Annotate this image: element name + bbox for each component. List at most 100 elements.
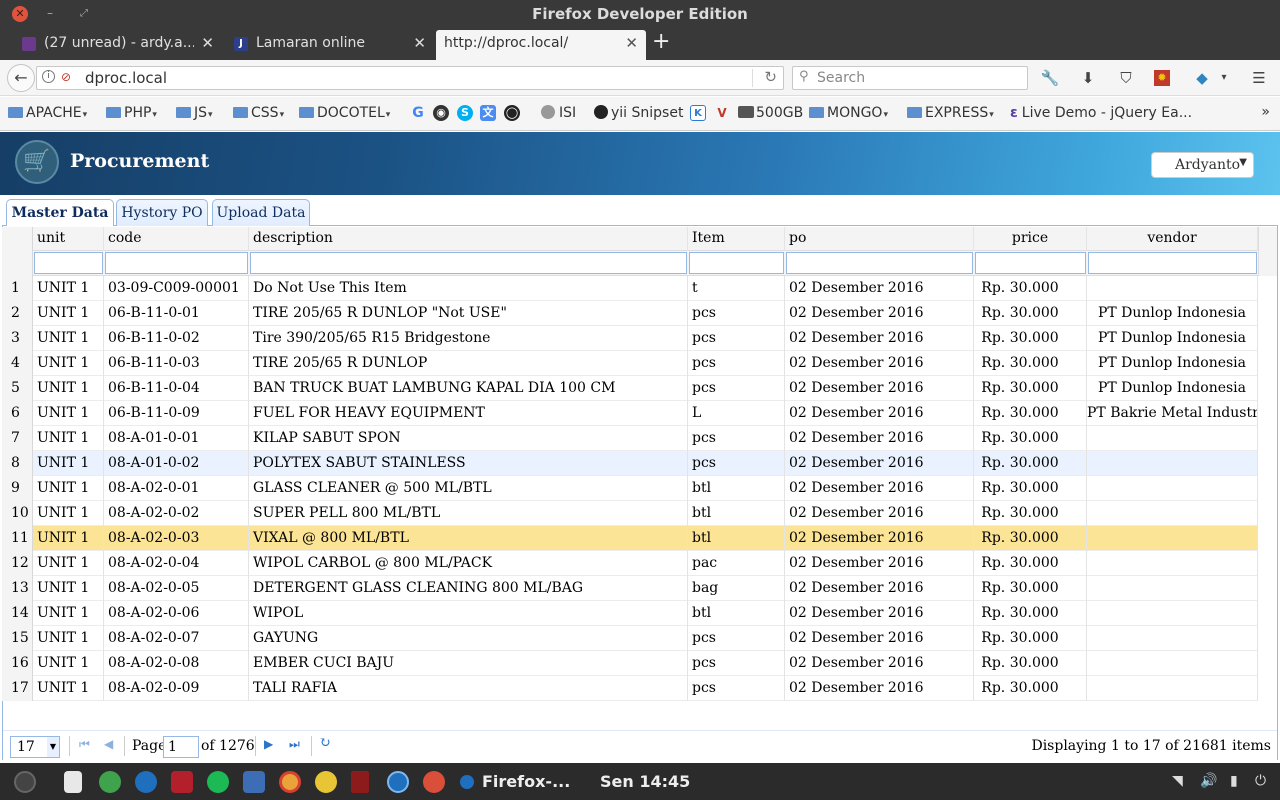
table-row[interactable]: 6 UNIT 1 06-B-11-0-09 FUEL FOR HEAVY EQUIPM… bbox=[2, 401, 1258, 426]
cell-item[interactable]: pac bbox=[688, 551, 785, 576]
table-row[interactable]: 1 UNIT 1 03-09-C009-00001 Do Not Use This I… bbox=[2, 276, 1258, 301]
table-row[interactable]: 9 UNIT 1 08-A-02-0-01 GLASS CLEANER @ 500 M… bbox=[2, 476, 1258, 501]
cell-price[interactable]: Rp. 30.000 bbox=[974, 601, 1087, 626]
cell-vendor[interactable]: PT Dunlop Indonesia bbox=[1087, 351, 1258, 376]
close-icon[interactable]: ✕ bbox=[201, 34, 214, 52]
cell-item[interactable]: pcs bbox=[688, 676, 785, 701]
cell-item[interactable]: pcs bbox=[688, 301, 785, 326]
bookmark-express[interactable]: EXPRESS▾ bbox=[907, 105, 994, 121]
cell-unit[interactable]: UNIT 1 bbox=[33, 576, 104, 601]
tab-hystory-po[interactable]: Hystory PO bbox=[116, 199, 208, 227]
cell-price[interactable]: Rp. 30.000 bbox=[974, 651, 1087, 676]
cell-price[interactable]: Rp. 30.000 bbox=[974, 351, 1087, 376]
bookmark-yii-snipset[interactable]: yii Snipset bbox=[594, 105, 683, 121]
column-header-description[interactable]: description bbox=[249, 227, 688, 252]
cell-price[interactable]: Rp. 30.000 bbox=[974, 476, 1087, 501]
cell-vendor[interactable] bbox=[1087, 651, 1258, 676]
text-editor-icon[interactable] bbox=[64, 771, 82, 793]
cell-vendor[interactable]: PT Dunlop Indonesia bbox=[1087, 376, 1258, 401]
cell-po[interactable]: 02 Desember 2016 bbox=[785, 526, 974, 551]
cell-unit[interactable]: UNIT 1 bbox=[33, 676, 104, 701]
cell-vendor[interactable] bbox=[1087, 276, 1258, 301]
skype-icon[interactable]: S bbox=[457, 105, 473, 121]
cell-vendor[interactable] bbox=[1087, 426, 1258, 451]
cell-po[interactable]: 02 Desember 2016 bbox=[785, 451, 974, 476]
cell-po[interactable]: 02 Desember 2016 bbox=[785, 501, 974, 526]
cell-description[interactable]: Do Not Use This Item bbox=[249, 276, 688, 301]
column-header-item[interactable]: Item bbox=[688, 227, 785, 252]
cell-item[interactable]: pcs bbox=[688, 376, 785, 401]
column-header-code[interactable]: code bbox=[104, 227, 249, 252]
cell-item[interactable]: pcs bbox=[688, 426, 785, 451]
cell-unit[interactable]: UNIT 1 bbox=[33, 326, 104, 351]
column-header-price[interactable]: price bbox=[974, 227, 1087, 252]
extension-sun-icon[interactable]: ✹ bbox=[1154, 70, 1170, 86]
back-arrow-icon[interactable]: ← bbox=[7, 64, 35, 92]
cell-unit[interactable]: UNIT 1 bbox=[33, 351, 104, 376]
tab-upload-data[interactable]: Upload Data bbox=[212, 199, 310, 227]
translate-icon[interactable]: 文 bbox=[480, 105, 496, 121]
cell-description[interactable]: Tire 390/205/65 R15 Bridgestone bbox=[249, 326, 688, 351]
user-menu-button[interactable]: Ardyanto ▼ bbox=[1151, 152, 1254, 178]
wifi-icon[interactable]: ◥ bbox=[1172, 773, 1183, 789]
cell-code[interactable]: 08-A-02-0-02 bbox=[104, 501, 249, 526]
cell-vendor[interactable] bbox=[1087, 676, 1258, 701]
cell-vendor[interactable]: PT Dunlop Indonesia bbox=[1087, 326, 1258, 351]
url-bar[interactable]: i ⊘ dproc.local ↻ bbox=[36, 66, 784, 90]
cell-unit[interactable]: UNIT 1 bbox=[33, 376, 104, 401]
cell-description[interactable]: BAN TRUCK BUAT LAMBUNG KAPAL DIA 100 CM bbox=[249, 376, 688, 401]
firefox-dev-icon[interactable] bbox=[135, 771, 157, 793]
cell-po[interactable]: 02 Desember 2016 bbox=[785, 276, 974, 301]
cell-unit[interactable]: UNIT 1 bbox=[33, 601, 104, 626]
cell-vendor[interactable] bbox=[1087, 576, 1258, 601]
search-input[interactable]: ⚲ Search bbox=[792, 66, 1028, 90]
last-page-icon[interactable]: ⏭ bbox=[289, 737, 300, 752]
chevron-down-icon[interactable]: ▾ bbox=[1214, 68, 1234, 88]
filter-input-item[interactable] bbox=[689, 252, 784, 274]
browser-tab-lamaran[interactable]: J Lamaran online ✕ bbox=[226, 30, 434, 60]
cell-item[interactable]: t bbox=[688, 276, 785, 301]
bookmark-k-icon[interactable]: K bbox=[690, 105, 706, 121]
cell-po[interactable]: 02 Desember 2016 bbox=[785, 426, 974, 451]
github-icon[interactable]: ◯ bbox=[504, 105, 520, 121]
cell-price[interactable]: Rp. 30.000 bbox=[974, 451, 1087, 476]
cell-code[interactable]: 08-A-01-0-01 bbox=[104, 426, 249, 451]
bookmark-apache[interactable]: APACHE▾ bbox=[8, 105, 87, 121]
filter-input-unit[interactable] bbox=[34, 252, 103, 274]
extension-s3-icon[interactable]: ◆ bbox=[1192, 68, 1212, 88]
google-icon[interactable]: G bbox=[410, 105, 426, 121]
table-row[interactable]: 17 UNIT 1 08-A-02-0-09 TALI RAFIA pcs 02 Dese… bbox=[2, 676, 1258, 701]
column-header-po[interactable]: po bbox=[785, 227, 974, 252]
cell-unit[interactable]: UNIT 1 bbox=[33, 276, 104, 301]
chrome-icon[interactable] bbox=[279, 771, 301, 793]
cell-price[interactable]: Rp. 30.000 bbox=[974, 676, 1087, 701]
table-row[interactable]: 3 UNIT 1 06-B-11-0-02 Tire 390/205/65 R15 B… bbox=[2, 326, 1258, 351]
cell-item[interactable]: pcs bbox=[688, 626, 785, 651]
cell-price[interactable]: Rp. 30.000 bbox=[974, 301, 1087, 326]
filter-input-price[interactable] bbox=[975, 252, 1086, 274]
chevron-down-icon[interactable]: ▼ bbox=[47, 737, 59, 757]
page-size-select[interactable]: 17 ▼ bbox=[10, 736, 60, 758]
close-icon[interactable]: ✕ bbox=[625, 34, 638, 52]
volume-icon[interactable]: 🔊 bbox=[1200, 773, 1217, 789]
cell-description[interactable]: POLYTEX SABUT STAINLESS bbox=[249, 451, 688, 476]
cell-unit[interactable]: UNIT 1 bbox=[33, 551, 104, 576]
table-row[interactable]: 7 UNIT 1 08-A-01-0-01 KILAP SABUT SPON pcs 02… bbox=[2, 426, 1258, 451]
taskbar-active-app[interactable]: Firefox-... bbox=[482, 772, 570, 791]
firefox-active-icon[interactable] bbox=[387, 771, 409, 793]
cell-po[interactable]: 02 Desember 2016 bbox=[785, 626, 974, 651]
cell-vendor[interactable] bbox=[1087, 451, 1258, 476]
next-page-icon[interactable]: ▶ bbox=[264, 737, 273, 751]
cell-po[interactable]: 02 Desember 2016 bbox=[785, 476, 974, 501]
wine-icon[interactable] bbox=[351, 771, 369, 793]
cell-description[interactable]: GLASS CLEANER @ 500 ML/BTL bbox=[249, 476, 688, 501]
bookmark-va-icon[interactable]: V bbox=[714, 105, 730, 121]
cell-code[interactable]: 08-A-02-0-05 bbox=[104, 576, 249, 601]
close-icon[interactable]: ✕ bbox=[413, 34, 426, 52]
power-icon[interactable]: ⏻ bbox=[1255, 773, 1266, 789]
cell-item[interactable]: bag bbox=[688, 576, 785, 601]
new-tab-icon[interactable]: + bbox=[652, 28, 670, 56]
bookmark-isi[interactable]: ISI bbox=[541, 105, 576, 121]
cell-price[interactable]: Rp. 30.000 bbox=[974, 376, 1087, 401]
cell-code[interactable]: 08-A-02-0-08 bbox=[104, 651, 249, 676]
